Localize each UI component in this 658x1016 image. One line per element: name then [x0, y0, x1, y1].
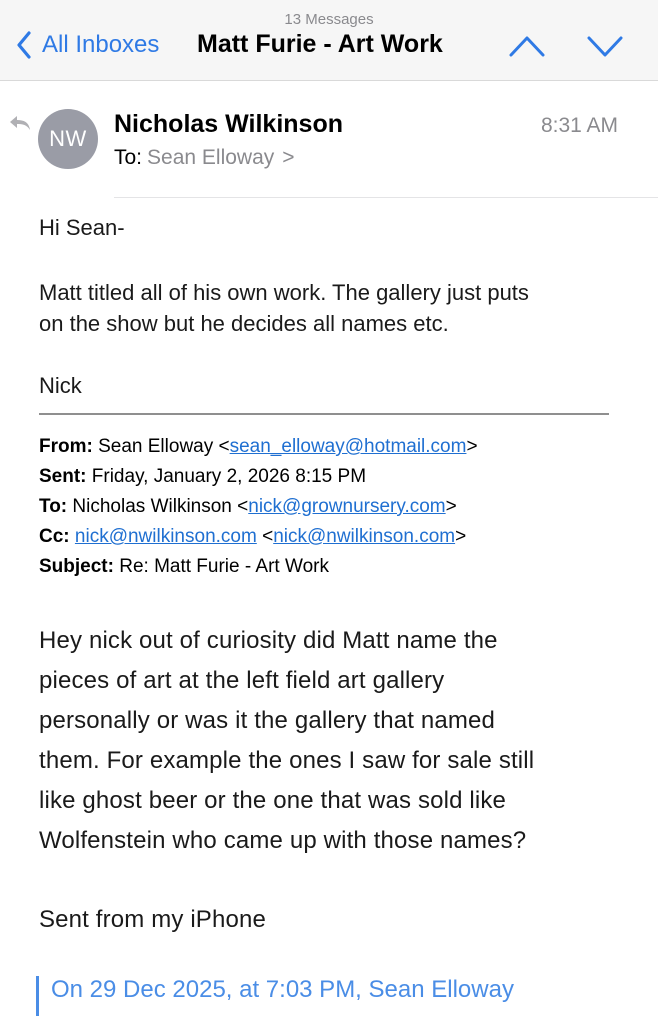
from-label: From: [39, 436, 93, 457]
cc-email-link-2[interactable]: nick@nwilkinson.com [273, 526, 455, 547]
chevron-left-icon [16, 31, 32, 59]
sent-label: Sent: [39, 466, 87, 487]
message-time: 8:31 AM [540, 114, 618, 137]
thread-title: Matt Furie - Art Work [197, 30, 443, 58]
recipients-line[interactable]: To: Sean Elloway > [114, 146, 295, 170]
reply-line: pieces of art at the left field art gall… [39, 667, 445, 694]
chevron-down-icon [585, 36, 625, 64]
to-email-link[interactable]: nick@grownursery.com [248, 496, 445, 517]
quoted-to-line: To: Nicholas Wilkinson <nick@grownursery… [39, 496, 457, 518]
quoted-to-name: Nicholas Wilkinson < [72, 496, 249, 517]
reply-arrow-icon [8, 114, 32, 132]
cc-email-link[interactable]: nick@nwilkinson.com [75, 526, 257, 547]
cc-open: < [256, 526, 274, 547]
quote-divider [39, 413, 609, 415]
message-count: 13 Messages [284, 11, 374, 28]
quoted-to-label: To: [39, 496, 68, 517]
quoted-sent-line: Sent: Friday, January 2, 2026 8:15 PM [39, 466, 366, 488]
from-email-link[interactable]: sean_elloway@hotmail.com [230, 436, 467, 457]
quoted-subject-line: Subject: Re: Matt Furie - Art Work [39, 556, 329, 578]
quoted-earlier-message[interactable]: On 29 Dec 2025, at 7:03 PM, Sean Elloway [36, 976, 514, 1016]
sent-value: Friday, January 2, 2026 8:15 PM [91, 466, 367, 487]
cc-label: Cc: [39, 526, 70, 547]
reply-line: Wolfenstein who came up with those names… [39, 827, 527, 854]
reply-line: Hey nick out of curiosity did Matt name … [39, 627, 498, 654]
subject-label: Subject: [39, 556, 114, 577]
header-divider [114, 197, 658, 198]
from-name: Sean Elloway < [98, 436, 230, 457]
reply-line: them. For example the ones I saw for sal… [39, 747, 535, 774]
body-line: on the show but he decides all names etc… [39, 311, 449, 336]
to-label: To: [114, 146, 143, 169]
next-message-button[interactable] [585, 32, 625, 60]
greeting: Hi Sean- [39, 215, 125, 240]
reply-line: like ghost beer or the one that was sold… [39, 787, 507, 814]
quoted-to-close: > [445, 496, 457, 517]
subject-value: Re: Matt Furie - Art Work [119, 556, 329, 577]
chevron-right-icon: > [282, 146, 295, 169]
quoted-from-line: From: Sean Elloway <sean_elloway@hotmail… [39, 436, 478, 458]
navigation-bar: 13 Messages All Inboxes Matt Furie - Art… [0, 0, 658, 81]
from-close: > [466, 436, 478, 457]
cc-close: > [455, 526, 467, 547]
chevron-up-icon [507, 36, 547, 64]
signature: Sent from my iPhone [39, 906, 266, 933]
signoff: Nick [39, 373, 82, 398]
back-button[interactable]: All Inboxes [16, 28, 159, 62]
body-line: Matt titled all of his own work. The gal… [39, 280, 529, 305]
sender-name[interactable]: Nicholas Wilkinson [114, 110, 343, 139]
reply-line: personally or was it the gallery that na… [39, 707, 496, 734]
avatar[interactable]: NW [38, 109, 98, 169]
back-button-label: All Inboxes [42, 31, 160, 58]
previous-message-button[interactable] [507, 32, 547, 60]
recipient-name: Sean Elloway [147, 146, 275, 169]
quoted-cc-line: Cc: nick@nwilkinson.com <nick@nwilkinson… [39, 526, 466, 548]
